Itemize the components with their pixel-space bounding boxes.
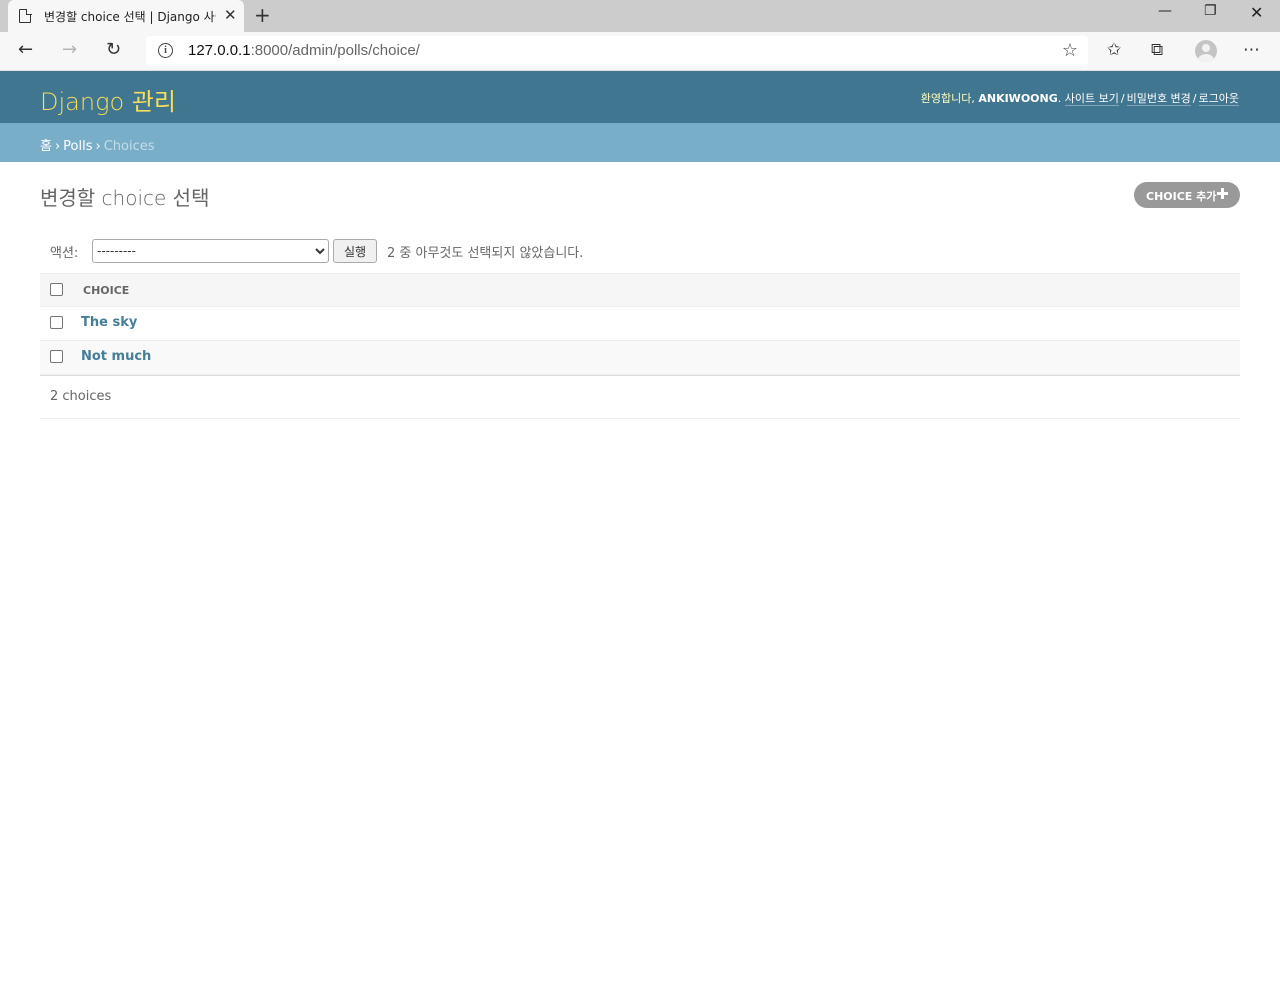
profile-avatar[interactable] <box>1195 40 1217 62</box>
paginator: 2 choices <box>40 376 1240 419</box>
choice-link[interactable]: Not much <box>81 349 151 364</box>
table-row: Not much <box>40 341 1240 375</box>
browser-tab[interactable]: 변경할 choice 선택 | Django 사이트 관리 ✕ <box>8 0 244 32</box>
collections-icon[interactable]: ⧉ <box>1151 40 1163 60</box>
breadcrumb-home[interactable]: 홈 <box>40 139 52 154</box>
row-checkbox[interactable] <box>50 350 63 363</box>
view-site-link[interactable]: 사이트 보기 <box>1064 92 1119 106</box>
back-icon[interactable]: ← <box>18 40 33 60</box>
page-icon <box>19 8 32 23</box>
page-title: 변경할 choice 선택 <box>40 186 210 210</box>
new-tab-icon[interactable]: + <box>254 4 271 26</box>
minimize-icon[interactable]: — <box>1158 3 1172 19</box>
restore-icon[interactable]: ❐ <box>1204 3 1217 19</box>
row-checkbox[interactable] <box>50 316 63 329</box>
url-text: 127.0.0.1:8000/admin/polls/choice/ <box>188 42 420 59</box>
results-table: CHOICE The sky Not much <box>40 273 1240 376</box>
plus-icon <box>1216 187 1230 201</box>
close-tab-icon[interactable]: ✕ <box>224 6 237 24</box>
actions-bar: 액션: --------- 실행 2 중 아무것도 선택되지 않았습니다. <box>40 234 1240 274</box>
table-row: The sky <box>40 307 1240 341</box>
favorite-star-icon[interactable]: ☆ <box>1062 40 1078 61</box>
info-icon[interactable]: i <box>158 43 173 58</box>
more-menu-icon[interactable]: ⋯ <box>1243 40 1260 60</box>
breadcrumb: 홈 › Polls › Choices <box>0 123 1280 162</box>
action-label: 액션: <box>50 246 79 261</box>
change-password-link[interactable]: 비밀번호 변경 <box>1126 92 1191 106</box>
site-branding[interactable]: Django 관리 <box>40 82 176 117</box>
logout-link[interactable]: 로그아웃 <box>1198 92 1239 106</box>
favorites-icon[interactable]: ✩ <box>1107 40 1121 60</box>
window-close-icon[interactable]: ✕ <box>1250 3 1263 22</box>
browser-tab-bar: 변경할 choice 선택 | Django 사이트 관리 ✕ + — ❐ ✕ <box>0 0 1280 32</box>
username: ANKIWOONG <box>978 92 1058 105</box>
tab-title: 변경할 choice 선택 | Django 사이트 관리 <box>44 10 216 24</box>
result-count: 2 choices <box>50 389 112 404</box>
column-header-choice[interactable]: CHOICE <box>83 284 129 297</box>
admin-header: Django 관리 환영합니다, ANKIWOONG. 사이트 보기 / 비밀번호 … <box>0 71 1280 123</box>
welcome-text: 환영합니다, <box>920 92 975 105</box>
user-tools: 환영합니다, ANKIWOONG. 사이트 보기 / 비밀번호 변경 / 로그아웃 <box>920 92 1239 106</box>
run-action-button[interactable]: 실행 <box>333 239 377 263</box>
reload-icon[interactable]: ↻ <box>106 40 121 60</box>
select-all-checkbox[interactable] <box>50 283 63 296</box>
selection-counter: 2 중 아무것도 선택되지 않았습니다. <box>387 246 584 261</box>
add-choice-button[interactable]: CHOICE 추가 <box>1134 182 1240 208</box>
action-select[interactable]: --------- <box>92 239 329 263</box>
add-choice-label: CHOICE 추가 <box>1146 190 1217 203</box>
breadcrumb-current: Choices <box>103 139 155 154</box>
address-bar[interactable]: i 127.0.0.1:8000/admin/polls/choice/ ☆ <box>146 36 1088 66</box>
table-header-row: CHOICE <box>40 273 1240 307</box>
forward-icon[interactable]: → <box>62 40 77 60</box>
browser-toolbar: ← → ↻ i 127.0.0.1:8000/admin/polls/choic… <box>0 32 1280 71</box>
breadcrumb-polls[interactable]: Polls <box>63 139 92 154</box>
choice-link[interactable]: The sky <box>81 315 137 330</box>
